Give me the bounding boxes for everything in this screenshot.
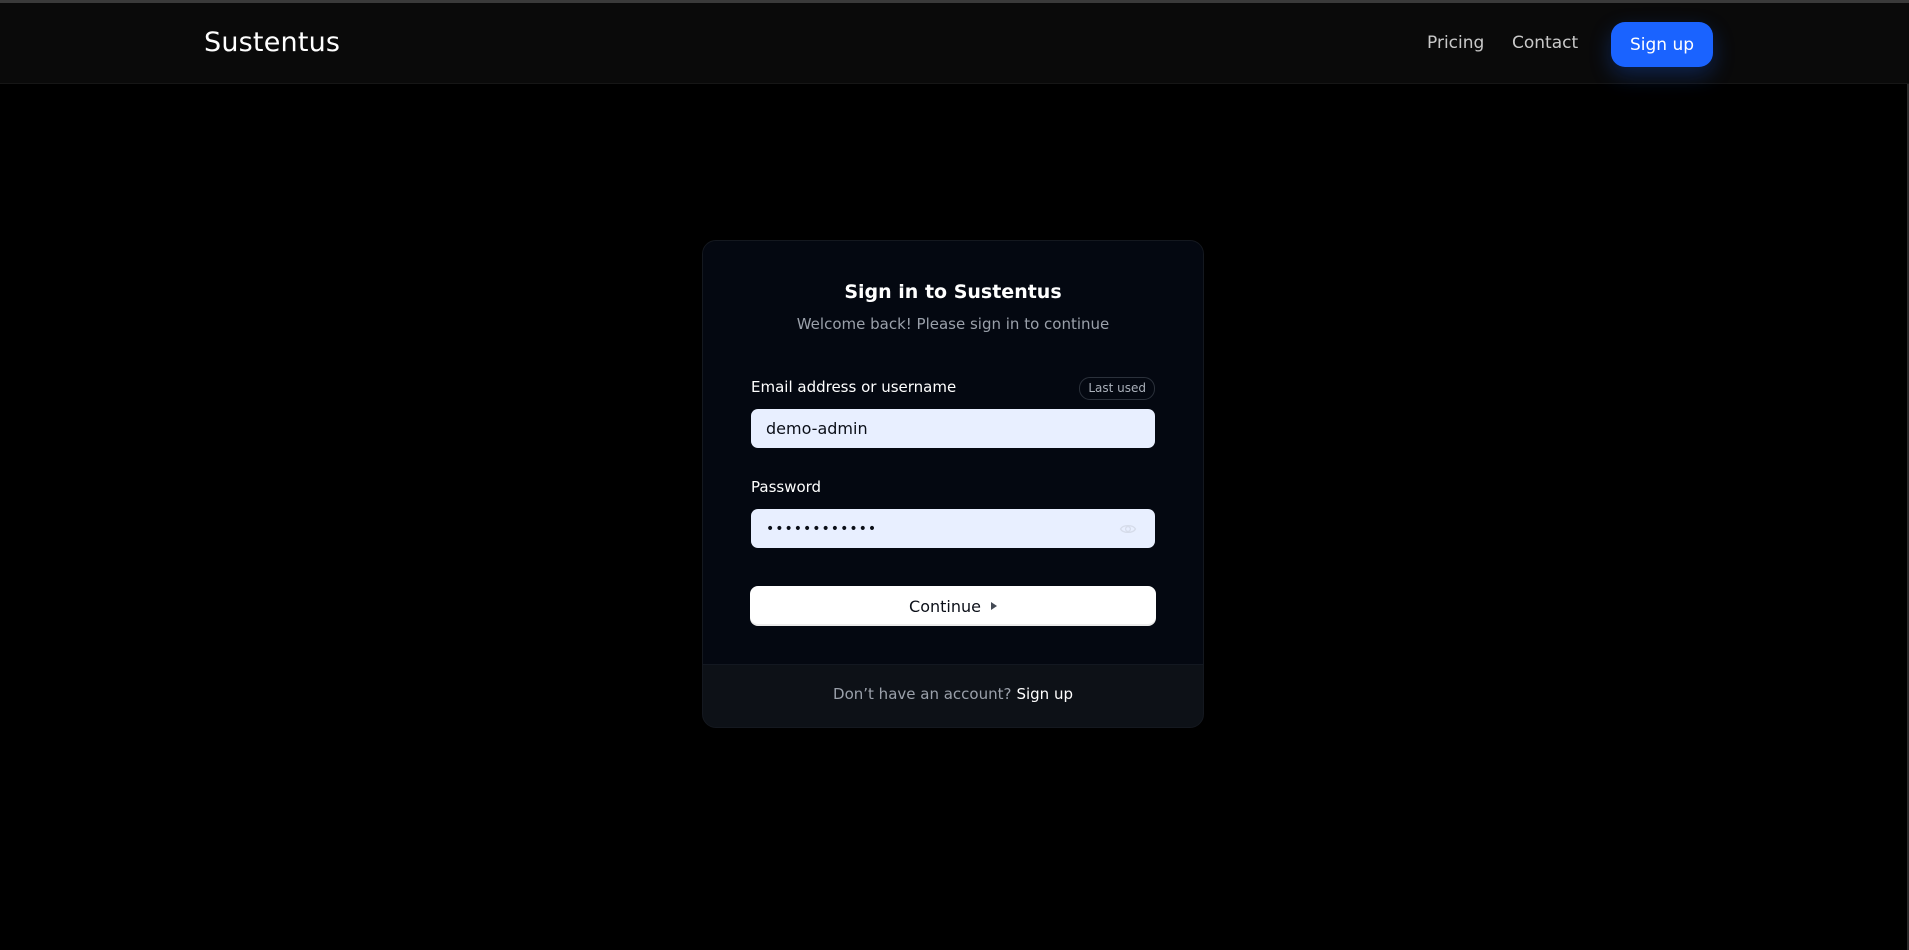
email-field[interactable] — [751, 409, 1155, 448]
nav-link-pricing[interactable]: Pricing — [1427, 33, 1484, 53]
top-navbar: Sustentus Pricing Contact Sign up — [0, 3, 1909, 84]
continue-label: Continue — [909, 596, 981, 616]
caret-right-icon — [990, 602, 997, 610]
signup-prompt-text: Don’t have an account? — [833, 685, 1012, 703]
page-title: Sign in to Sustentus — [844, 281, 1062, 303]
signup-button[interactable]: Sign up — [1611, 22, 1713, 67]
nav-link-contact[interactable]: Contact — [1512, 33, 1578, 53]
eye-icon[interactable] — [1119, 520, 1137, 538]
signin-form: Sign in to Sustentus Welcome back! Pleas… — [703, 241, 1203, 665]
brand-logo[interactable]: Sustentus — [204, 27, 340, 58]
signin-card: Sign in to Sustentus Welcome back! Pleas… — [702, 240, 1204, 728]
last-used-badge: Last used — [1079, 377, 1155, 400]
continue-button[interactable]: Continue — [750, 586, 1156, 626]
password-field[interactable] — [751, 509, 1155, 548]
password-label: Password — [751, 478, 822, 496]
signup-link[interactable]: Sign up — [1016, 685, 1073, 703]
signup-prompt: Don’t have an account? Sign up — [703, 685, 1203, 703]
page-subtitle: Welcome back! Please sign in to continue — [796, 315, 1110, 333]
email-label: Email address or username — [751, 378, 957, 396]
